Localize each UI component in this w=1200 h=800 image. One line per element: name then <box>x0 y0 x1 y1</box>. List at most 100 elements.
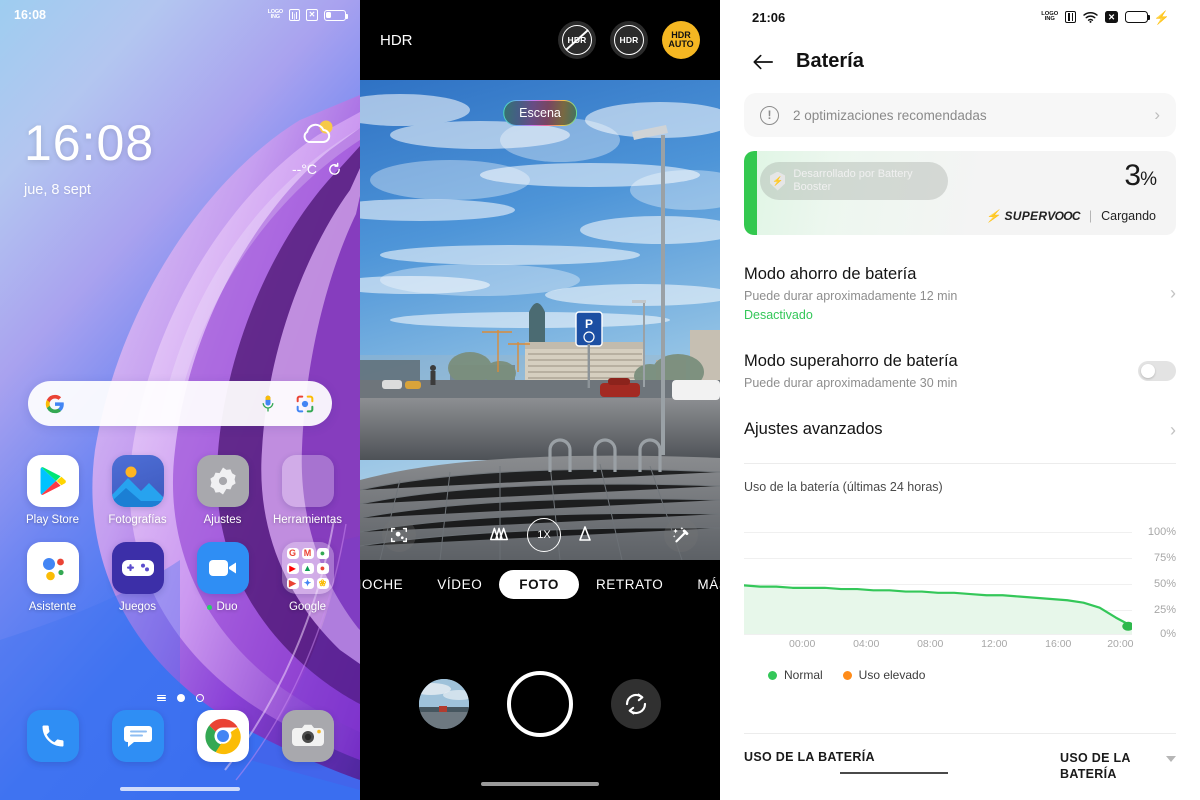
x-tick: 12:00 <box>981 638 1008 650</box>
status-time: 16:08 <box>14 8 46 22</box>
battery-usage-chart: 100% 75% 50% 25% 0% 00:00 04:00 08:00 12… <box>744 506 1176 656</box>
refresh-icon[interactable] <box>327 162 342 177</box>
magic-wand-icon[interactable] <box>664 518 698 552</box>
camera-mode-selector[interactable]: NOCHE VÍDEO FOTO RETRATO MÁS <box>360 560 720 608</box>
app-drawer-lines-icon[interactable] <box>156 694 166 702</box>
setting-row-power-saving[interactable]: Modo ahorro de batería Puede durar aprox… <box>744 251 1176 338</box>
flip-camera-icon[interactable] <box>611 679 661 729</box>
app-ajustes[interactable]: Ajustes <box>180 455 265 526</box>
setting-row-super-power-saving[interactable]: Modo superahorro de batería Puede durar … <box>744 338 1176 406</box>
zoom-level-button[interactable]: 1X <box>527 518 561 552</box>
wifi-icon <box>1083 12 1099 23</box>
mode-video[interactable]: VÍDEO <box>420 577 499 592</box>
hdr-auto-line2: AUTO <box>668 39 694 49</box>
phone-icon[interactable] <box>26 710 79 762</box>
page-dot-inactive[interactable] <box>195 694 204 702</box>
charging-status-text: Cargando <box>1101 209 1156 223</box>
warning-circle-icon: ! <box>760 105 779 125</box>
y-tick: 0% <box>1160 628 1176 640</box>
app-herramientas[interactable]: Herramientas <box>265 455 350 526</box>
mode-foto[interactable]: FOTO <box>499 569 579 599</box>
games-controller-icon <box>111 542 164 594</box>
app-label-text: Duo <box>216 601 238 613</box>
camera-panel: HDR HDR HDR HDR AUTO <box>360 0 720 800</box>
mode-retrato[interactable]: RETRATO <box>579 577 680 592</box>
x-tick: 00:00 <box>789 638 816 650</box>
play-store-icon <box>26 455 79 507</box>
battery-usage-chart-section: Uso de la batería (últimas 24 horas) 100… <box>720 464 1200 682</box>
camera-home-gesture-bar[interactable] <box>481 782 599 786</box>
chevron-right-icon: › <box>1170 420 1176 440</box>
hdr-on-button[interactable]: HDR <box>610 21 648 59</box>
app-label: Ajustes <box>203 514 242 526</box>
battery-status-card: ⚡ Desarrollado por Battery Booster 3% ⚡ … <box>744 151 1176 235</box>
app-label: Herramientas <box>272 514 343 526</box>
y-tick: 75% <box>1153 552 1176 564</box>
chevron-down-icon[interactable] <box>1166 756 1176 762</box>
setting-title: Modo ahorro de batería <box>744 265 917 283</box>
nfc-icon <box>1065 10 1077 24</box>
viewfinder-preview: P <box>360 80 720 560</box>
page-dot-active[interactable] <box>176 694 185 702</box>
setting-row-advanced[interactable]: Ajustes avanzados › <box>744 406 1176 457</box>
chevron-right-icon: › <box>1170 283 1176 303</box>
optimization-card[interactable]: ! 2 optimizaciones recomendadas › <box>744 93 1176 137</box>
y-tick: 25% <box>1153 604 1176 616</box>
hdr-auto-button[interactable]: HDR AUTO <box>662 21 700 59</box>
battery-icon <box>324 9 349 21</box>
clock-date: jue, 8 sept <box>24 182 91 198</box>
battery-percent-value: 3 <box>1124 159 1141 192</box>
hdr-on-label: HDR <box>619 35 639 45</box>
supervooc-logo: ⚡ SUPERVOOC <box>985 209 1081 223</box>
shutter-button[interactable] <box>507 671 573 737</box>
camera-icon[interactable] <box>281 710 334 762</box>
y-tick: 50% <box>1153 578 1176 590</box>
chrome-icon[interactable] <box>196 710 249 762</box>
cloud-sun-icon <box>303 120 333 144</box>
hdr-auto-line1: HDR <box>671 29 691 40</box>
camera-viewfinder[interactable]: P Escena 1X <box>360 80 720 560</box>
app-asistente[interactable]: Asistente <box>10 542 95 613</box>
battery-percent-symbol: % <box>1140 169 1157 190</box>
chart-title: Uso de la batería (últimas 24 horas) <box>744 480 943 494</box>
home-dock <box>0 710 360 762</box>
super-power-saving-toggle[interactable] <box>1138 361 1176 381</box>
app-juegos[interactable]: Juegos <box>95 542 180 613</box>
tab-battery-usage-left[interactable]: USO DE LA BATERÍA <box>744 750 875 764</box>
app-google-folder[interactable]: G M ● ▶ ▲ ● ▶ ✦ ❀ Google <box>265 542 350 613</box>
gridline-0 <box>744 634 1132 635</box>
legend-item-high-usage: Uso elevado <box>842 668 925 682</box>
app-play-store[interactable]: Play Store <box>10 455 95 526</box>
footer-row: USO DE LA BATERÍA USO DE LA BATERÍA <box>744 734 1176 800</box>
back-arrow-icon[interactable] <box>752 53 774 71</box>
microphone-icon[interactable] <box>258 393 278 415</box>
tele-icon[interactable] <box>577 523 593 548</box>
page-indicator[interactable] <box>0 694 360 702</box>
app-fotografias[interactable]: Fotografías <box>95 455 180 526</box>
mode-noche[interactable]: NOCHE <box>360 577 420 592</box>
battery-settings-list: Modo ahorro de batería Puede durar aprox… <box>720 251 1200 457</box>
app-label: Asistente <box>28 601 77 613</box>
app-grid: Play Store Fotografías Ajustes Herramien… <box>0 455 360 613</box>
mode-mas[interactable]: MÁS <box>680 577 720 592</box>
scene-chip[interactable]: Escena <box>503 100 577 126</box>
battery-page-header: Batería <box>720 34 1200 87</box>
gallery-thumbnail[interactable] <box>419 679 469 729</box>
weather-widget[interactable]: --°C <box>292 118 342 177</box>
chevron-right-icon: › <box>1154 105 1160 124</box>
weather-temperature: --°C <box>291 161 317 177</box>
battery-status-bar: 21:06 LOGO ING ✕ ⚡ <box>720 0 1200 34</box>
ai-scene-icon[interactable] <box>382 518 416 552</box>
google-lens-icon[interactable] <box>294 393 316 415</box>
app-label: Play Store <box>25 514 80 526</box>
tab-battery-usage-right[interactable]: USO DE LA BATERÍA <box>1060 750 1144 782</box>
google-search-bar[interactable] <box>28 381 332 426</box>
lockscreen-clock: 16:08 jue, 8 sept <box>24 118 154 198</box>
ultra-wide-icon[interactable] <box>487 523 511 548</box>
hdr-off-button[interactable]: HDR <box>558 21 596 59</box>
messages-icon[interactable] <box>111 710 164 762</box>
weather-values: --°C <box>292 161 342 177</box>
home-gesture-bar[interactable] <box>120 787 240 791</box>
app-label: Juegos <box>118 601 157 613</box>
app-duo[interactable]: Duo <box>180 542 265 613</box>
